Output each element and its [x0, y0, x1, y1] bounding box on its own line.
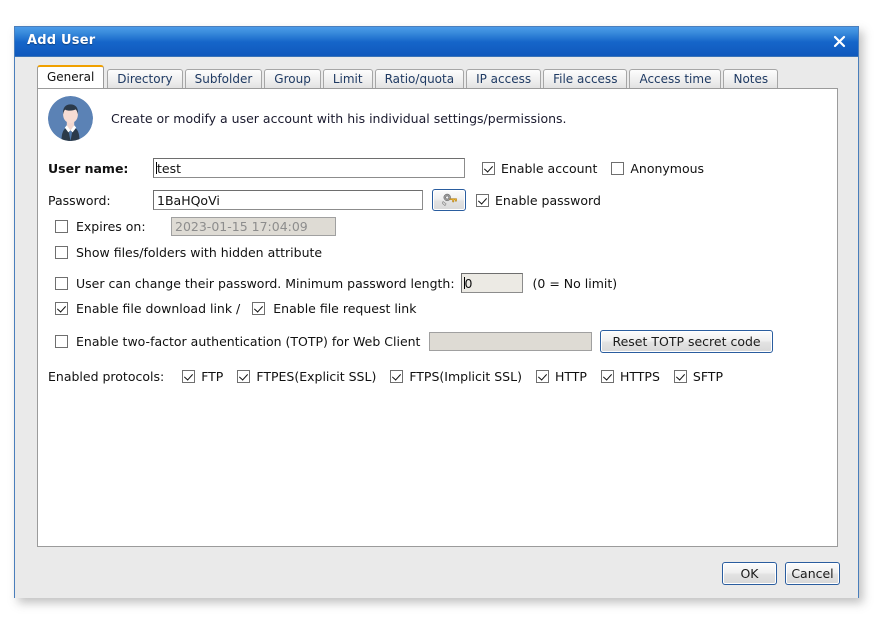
request-link-label: Enable file request link [273, 301, 417, 316]
protocol-ftpes-checkbox[interactable] [237, 370, 251, 383]
anonymous-checkbox[interactable] [611, 161, 625, 175]
dialog-title: Add User [27, 33, 96, 48]
tab-limit[interactable]: Limit [322, 69, 373, 88]
tab-ratio-quota[interactable]: Ratio/quota [374, 69, 465, 88]
tab-access-time[interactable]: Access time [629, 69, 722, 88]
username-row: User name: test Enable account Anonymous [48, 158, 704, 178]
links-row: Enable file download link / Enable file … [55, 301, 416, 316]
avatar [48, 96, 93, 141]
tab-ip-access[interactable]: IP access [466, 69, 542, 88]
protocol-http-checkbox[interactable] [535, 370, 549, 383]
enable-password-label: Enable password [495, 192, 601, 208]
tab-file-access[interactable]: File access [543, 69, 628, 88]
close-icon [833, 35, 845, 48]
protocol-sftp-checkbox[interactable] [673, 370, 687, 383]
totp-label: Enable two-factor authentication (TOTP) … [76, 334, 421, 349]
show-hidden-row: Show files/folders with hidden attribute [55, 245, 322, 260]
tab-general[interactable]: General [37, 65, 105, 88]
protocol-ftps-checkbox[interactable] [390, 370, 404, 383]
username-label: User name: [48, 160, 129, 176]
user-change-password-label: User can change their password. Minimum … [76, 275, 455, 291]
tab-directory[interactable]: Directory [107, 69, 183, 88]
tab-strip: General Directory Subfolder Group Limit … [37, 65, 780, 88]
protocols-label: Enabled protocols: [48, 369, 165, 384]
general-tab-panel: Create or modify a user account with his… [37, 88, 838, 547]
expires-on-input[interactable]: 2023-01-15 17:04:09 [171, 217, 336, 236]
download-link-checkbox[interactable] [55, 302, 68, 315]
protocols-row: Enabled protocols: FTP FTPES(Explicit SS… [48, 369, 723, 384]
totp-secret-input[interactable] [429, 332, 593, 351]
user-avatar-icon [48, 96, 93, 141]
tab-subfolder[interactable]: Subfolder [184, 69, 263, 88]
screen: Add User General Directory Subfolder Gro… [0, 0, 879, 624]
reset-totp-button[interactable]: Reset TOTP secret code [600, 330, 773, 353]
key-icon [441, 193, 457, 207]
protocol-ftp-label: FTP [201, 369, 224, 384]
expires-on-checkbox[interactable] [55, 220, 68, 233]
username-input[interactable]: test [153, 158, 465, 178]
add-user-dialog: Add User General Directory Subfolder Gro… [14, 26, 859, 598]
totp-checkbox[interactable] [55, 335, 68, 348]
no-limit-note: (0 = No limit) [532, 275, 618, 291]
protocol-https-checkbox[interactable] [600, 370, 614, 383]
show-hidden-label: Show files/folders with hidden attribute [76, 245, 323, 260]
enable-password-checkbox[interactable] [476, 193, 489, 207]
enable-account-checkbox[interactable] [482, 161, 495, 175]
download-link-label: Enable file download link / [76, 301, 241, 316]
totp-row: Enable two-factor authentication (TOTP) … [55, 330, 773, 353]
tab-notes[interactable]: Notes [723, 69, 779, 88]
protocol-ftps-label: FTPS(Implicit SSL) [409, 369, 522, 384]
tab-group[interactable]: Group [264, 69, 321, 88]
cancel-button[interactable]: Cancel [785, 562, 840, 585]
user-change-password-row: User can change their password. Minimum … [55, 273, 617, 293]
show-hidden-checkbox[interactable] [55, 246, 68, 259]
password-label: Password: [48, 192, 111, 208]
protocol-ftp-checkbox[interactable] [182, 370, 196, 383]
protocol-sftp-label: SFTP [692, 369, 723, 384]
panel-header: Create or modify a user account with his… [48, 96, 567, 141]
dialog-body: General Directory Subfolder Group Limit … [15, 57, 858, 598]
enable-account-label: Enable account [501, 160, 598, 176]
protocol-https-label: HTTPS [619, 369, 660, 384]
anonymous-label: Anonymous [630, 160, 705, 176]
protocol-ftpes-label: FTPES(Explicit SSL) [256, 369, 377, 384]
close-button[interactable] [826, 30, 852, 53]
expires-on-label: Expires on: [76, 219, 146, 234]
dialog-titlebar: Add User [15, 27, 858, 57]
generate-password-button[interactable] [432, 189, 466, 211]
dialog-footer: OK Cancel [714, 562, 840, 585]
password-input[interactable]: 1BaHQoVi [153, 190, 423, 210]
password-row: Password: 1BaHQoVi Enable password [48, 189, 601, 211]
request-link-checkbox[interactable] [252, 302, 266, 315]
min-password-length-input[interactable]: 0 [460, 273, 523, 293]
ok-button[interactable]: OK [722, 562, 777, 585]
protocol-http-label: HTTP [554, 369, 587, 384]
expires-on-row: Expires on: 2023-01-15 17:04:09 [55, 217, 336, 236]
user-change-password-checkbox[interactable] [55, 276, 68, 290]
panel-description: Create or modify a user account with his… [111, 111, 567, 126]
